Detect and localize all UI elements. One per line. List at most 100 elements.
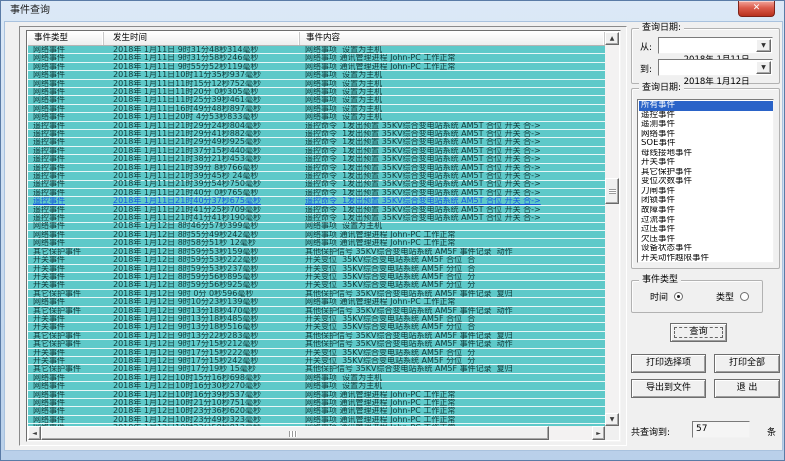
filter-list-item[interactable]: 欠压事件	[639, 235, 773, 245]
to-date-combobox[interactable]: 2018年 1月12日 ▼	[658, 59, 773, 76]
vertical-scrollbar-thumb[interactable]	[605, 178, 619, 204]
table-row[interactable]: 其它保护事件2018年 1月12日 8时59分53秒159毫秒其他保护信号 35…	[28, 248, 605, 256]
from-date-dropdown-icon[interactable]: ▼	[756, 39, 771, 52]
table-cell: 开关事件	[28, 273, 104, 281]
table-row[interactable]: 开关事件2018年 1月12日 9时13分18秒485毫秒开关变位 35KV综合…	[28, 315, 605, 323]
table-row[interactable]: 网络事件2018年 1月11日 9时55分52秒119毫秒网络事项 通讯管理进程…	[28, 63, 605, 71]
table-row[interactable]: 遥控事件2018年 1月11日21时40分37秒675毫秒遥控命令 1发出预置 …	[28, 197, 605, 205]
table-cell: 网络事项 通讯管理进程 John-PC 工作正常	[300, 416, 605, 424]
column-header-content[interactable]: 事件内容	[300, 32, 605, 45]
filter-list-item[interactable]: 刀闸事件	[639, 187, 773, 197]
horizontal-scrollbar[interactable]: ◄ ►	[28, 426, 605, 440]
filter-list-item[interactable]: 闭锁事件	[639, 196, 773, 206]
table-row[interactable]: 其它保护事件2018年 1月12日 9时13分18秒470毫秒其他保护信号 35…	[28, 307, 605, 315]
table-row[interactable]: 开关事件2018年 1月12日 8时59分53秒237毫秒开关变位 35KV综合…	[28, 265, 605, 273]
event-type-group-title: 事件类型	[639, 274, 681, 286]
filter-list-item[interactable]: 网络事件	[639, 130, 773, 140]
table-row[interactable]: 网络事件2018年 1月12日10时16分30秒270毫秒网络事项 设置为主机	[28, 382, 605, 390]
result-count-field[interactable]: 57	[692, 421, 750, 438]
table-row[interactable]: 遥控事件2018年 1月11日21时41分25秒709毫秒遥控命令 1发出预置 …	[28, 206, 605, 214]
table-cell: 其它保护事件	[28, 332, 104, 340]
filter-list-item[interactable]: 过压事件	[639, 225, 773, 235]
table-row[interactable]: 网络事件2018年 1月12日10时21分10秒751毫秒网络事项 通讯管理进程…	[28, 399, 605, 407]
table-row[interactable]: 开关事件2018年 1月12日 9时13分18秒516毫秒开关变位 35KV综合…	[28, 323, 605, 331]
table-row[interactable]: 开关事件2018年 1月12日 8时59分53秒222毫秒开关变位 35KV综合…	[28, 256, 605, 264]
scroll-down-icon[interactable]: ▼	[605, 413, 619, 426]
table-cell: 网络事件	[28, 105, 104, 113]
filter-list-item[interactable]: 遥测事件	[639, 120, 773, 130]
radio-button-icon[interactable]	[740, 292, 749, 301]
filter-list-item[interactable]: 过流事件	[639, 216, 773, 226]
close-button[interactable]: ✕	[738, 1, 775, 17]
scroll-left-icon[interactable]: ◄	[28, 426, 41, 440]
filter-list-item[interactable]: 其它保护事件	[639, 168, 773, 178]
print-all-button[interactable]: 打印全部	[714, 354, 780, 373]
table-row[interactable]: 网络事件2018年 1月12日 9时10分23秒139毫秒网络事项 通讯管理进程…	[28, 298, 605, 306]
table-row[interactable]: 网络事件2018年 1月12日 8时55分49秒242毫秒网络事项 通讯管理进程…	[28, 231, 605, 239]
filter-list-item[interactable]: 遥控事件	[639, 111, 773, 121]
print-selected-button[interactable]: 打印选择项	[631, 354, 706, 373]
table-row[interactable]: 网络事件2018年 1月12日 8时46分57秒399毫秒网络事项 设置为主机	[28, 223, 605, 231]
filter-list-item[interactable]: 故障事件	[639, 206, 773, 216]
horizontal-scrollbar-thumb[interactable]	[41, 426, 549, 440]
table-row[interactable]: 网络事件2018年 1月12日10时16分39秒537毫秒网络事项 通讯管理进程…	[28, 391, 605, 399]
table-row[interactable]: 遥控事件2018年 1月11日21时39分54秒750毫秒遥控命令 1发出预置 …	[28, 181, 605, 189]
table-row[interactable]: 网络事件2018年 1月11日20时 4分53秒833毫秒网络事项 设置为主机	[28, 113, 605, 121]
filter-list-item[interactable]: 变位次数事件	[639, 177, 773, 187]
query-button[interactable]: 查询	[670, 323, 727, 342]
column-header-event-type[interactable]: 事件类型	[28, 32, 104, 45]
table-row[interactable]: 开关事件2018年 1月12日 9时17分15秒222毫秒开关变位 35KV综合…	[28, 349, 605, 357]
column-header-time[interactable]: 发生时间	[104, 32, 300, 45]
scroll-right-icon[interactable]: ►	[592, 426, 605, 440]
table-row[interactable]: 其它保护事件2018年 1月12日 9时17分19秒 15毫秒其他保护信号 35…	[28, 365, 605, 373]
scroll-up-icon[interactable]: ▲	[605, 32, 619, 45]
filter-list-item[interactable]: 开关动作越限事件	[639, 254, 773, 263]
filter-list-item[interactable]: 母线接地事件	[639, 149, 773, 159]
table-row[interactable]: 网络事件2018年 1月11日10时11分35秒937毫秒网络事项 设置为主机	[28, 71, 605, 79]
table-row[interactable]: 遥控事件2018年 1月11日21时39分45秒 24毫秒遥控命令 1发出预置 …	[28, 172, 605, 180]
table-cell: 网络事件	[28, 222, 104, 230]
table-row[interactable]: 遥控事件2018年 1月11日21时39分 8秒766毫秒遥控命令 1发出预置 …	[28, 164, 605, 172]
filter-list-item[interactable]: 设备状态事件	[639, 244, 773, 254]
table-row[interactable]: 网络事件2018年 1月12日10时15分16秒698毫秒网络事项 设置为主机	[28, 374, 605, 382]
table-cell: 网络事项 通讯管理进程 John-PC 工作正常	[300, 298, 605, 306]
table-cell: 2018年 1月12日10时16分30秒270毫秒	[104, 382, 300, 390]
table-row[interactable]: 遥控事件2018年 1月11日21时40分 0秒765毫秒遥控命令 1发出预置 …	[28, 189, 605, 197]
table-row[interactable]: 网络事件2018年 1月12日10时23分49秒323毫秒网络事项 通讯管理进程…	[28, 416, 605, 424]
table-row[interactable]: 遥控事件2018年 1月11日21时41分41秒190毫秒遥控命令 1发出预置 …	[28, 214, 605, 222]
table-row[interactable]: 网络事件2018年 1月11日11时25分39秒461毫秒网络事项 设置为主机	[28, 96, 605, 104]
exit-button[interactable]: 退 出	[714, 379, 780, 398]
radio-option-time[interactable]: 时间	[650, 292, 683, 304]
table-row[interactable]: 网络事件2018年 1月11日16时49分48秒897毫秒网络事项 设置为主机	[28, 105, 605, 113]
close-icon: ✕	[753, 3, 761, 13]
radio-option-type[interactable]: 类型	[716, 292, 749, 304]
table-row[interactable]: 遥控事件2018年 1月11日21时37分15秒440毫秒遥控命令 1发出预置 …	[28, 147, 605, 155]
table-row[interactable]: 网络事件2018年 1月11日11时20分 0秒305毫秒网络事项 设置为主机	[28, 88, 605, 96]
to-date-dropdown-icon[interactable]: ▼	[756, 61, 771, 74]
filter-list-item[interactable]: SOE事件	[639, 139, 773, 149]
filter-list-item[interactable]: 开关事件	[639, 158, 773, 168]
table-row[interactable]: 其它保护事件2018年 1月12日 9时17分15秒212毫秒其他保护信号 35…	[28, 340, 605, 348]
table-row[interactable]: 网络事件2018年 1月12日 8时58分51秒 12毫秒网络事项 通讯管理进程…	[28, 239, 605, 247]
table-row[interactable]: 网络事件2018年 1月11日11时15分12秒752毫秒网络事项 设置为主机	[28, 80, 605, 88]
from-date-combobox[interactable]: 2018年 1月11日 ▼	[658, 37, 773, 54]
table-row[interactable]: 开关事件2018年 1月12日 8时59分56秒925毫秒开关变位 35KV综合…	[28, 281, 605, 289]
table-row[interactable]: 其它保护事件2018年 1月12日 9时13分22秒283毫秒其他保护信号 35…	[28, 332, 605, 340]
table-row[interactable]: 遥控事件2018年 1月11日21时29分41秒882毫秒遥控命令 1发出预置 …	[28, 130, 605, 138]
table-row[interactable]: 网络事件2018年 1月11日 9时31分48秒314毫秒网络事项 设置为主机	[28, 46, 605, 54]
table-row[interactable]: 网络事件2018年 1月11日 9时31分58秒246毫秒网络事项 通讯管理进程…	[28, 54, 605, 62]
event-filter-listbox[interactable]: 所有事件遥控事件遥测事件网络事件SOE事件母线接地事件开关事件其它保护事件变位次…	[637, 99, 774, 263]
table-cell: 网络事件	[28, 382, 104, 390]
table-row[interactable]: 开关事件2018年 1月12日 9时17分15秒242毫秒开关变位 35KV综合…	[28, 357, 605, 365]
titlebar[interactable]: 事件查询	[1, 1, 784, 21]
radio-button-icon[interactable]	[674, 292, 683, 301]
table-row[interactable]: 遥控事件2018年 1月11日21时38分21秒453毫秒遥控命令 1发出预置 …	[28, 155, 605, 163]
table-row[interactable]: 其它保护事件2018年 1月12日 9时 0分 0秒596毫秒其他保护信号 35…	[28, 290, 605, 298]
export-to-file-button[interactable]: 导出到文件	[631, 379, 706, 398]
vertical-scrollbar[interactable]: ▲ ▼	[605, 32, 619, 426]
table-row[interactable]: 开关事件2018年 1月12日 8时59分56秒895毫秒开关变位 35KV综合…	[28, 273, 605, 281]
table-row[interactable]: 遥控事件2018年 1月11日21时29分24秒804毫秒遥控命令 1发出预置 …	[28, 122, 605, 130]
filter-list-item[interactable]: 所有事件	[639, 101, 773, 111]
table-row[interactable]: 网络事件2018年 1月12日10时23分36秒620毫秒网络事项 通讯管理进程…	[28, 407, 605, 415]
table-row[interactable]: 遥控事件2018年 1月11日21时29分49秒925毫秒遥控命令 1发出预置 …	[28, 138, 605, 146]
